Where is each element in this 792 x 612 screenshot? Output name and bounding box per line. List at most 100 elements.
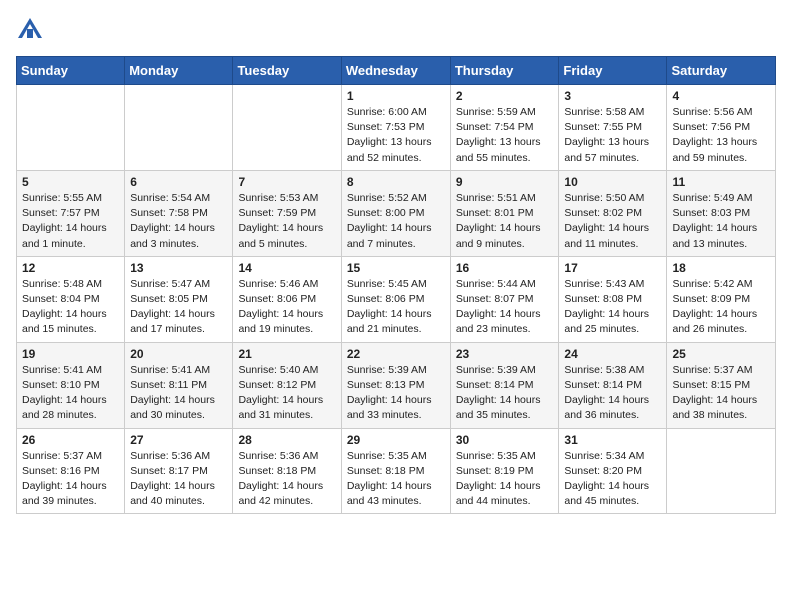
calendar-body: 1 Sunrise: 6:00 AMSunset: 7:53 PMDaylight…: [17, 85, 776, 514]
day-cell: 16 Sunrise: 5:44 AMSunset: 8:07 PMDayligh…: [450, 256, 559, 342]
day-info: Sunrise: 5:53 AMSunset: 7:59 PMDaylight:…: [238, 191, 335, 252]
day-cell: 1 Sunrise: 6:00 AMSunset: 7:53 PMDaylight…: [341, 85, 450, 171]
day-info: Sunrise: 5:37 AMSunset: 8:16 PMDaylight:…: [22, 449, 119, 510]
day-cell: 5Sunrise: 5:55 AMSunset: 7:57 PMDaylight…: [17, 170, 125, 256]
day-info: Sunrise: 5:51 AMSunset: 8:01 PMDaylight:…: [456, 191, 554, 252]
day-number: 6: [130, 175, 227, 189]
week-row-2: 5Sunrise: 5:55 AMSunset: 7:57 PMDaylight…: [17, 170, 776, 256]
day-info: Sunrise: 5:36 AMSunset: 8:17 PMDaylight:…: [130, 449, 227, 510]
day-number: 21: [238, 347, 335, 361]
day-number: 11: [672, 175, 770, 189]
day-info: Sunrise: 5:44 AMSunset: 8:07 PMDaylight:…: [456, 277, 554, 338]
day-cell: 30 Sunrise: 5:35 AMSunset: 8:19 PMDayligh…: [450, 428, 559, 514]
weekday-monday: Monday: [125, 57, 233, 85]
calendar: SundayMondayTuesdayWednesdayThursdayFrid…: [16, 56, 776, 514]
day-info: Sunrise: 5:46 AMSunset: 8:06 PMDaylight:…: [238, 277, 335, 338]
day-cell: 2 Sunrise: 5:59 AMSunset: 7:54 PMDaylight…: [450, 85, 559, 171]
day-info: Sunrise: 5:52 AMSunset: 8:00 PMDaylight:…: [347, 191, 445, 252]
day-cell: 28Sunrise: 5:36 AMSunset: 8:18 PMDayligh…: [233, 428, 341, 514]
day-number: 30: [456, 433, 554, 447]
day-info: Sunrise: 5:43 AMSunset: 8:08 PMDaylight:…: [564, 277, 661, 338]
day-info: Sunrise: 5:47 AMSunset: 8:05 PMDaylight:…: [130, 277, 227, 338]
day-number: 31: [564, 433, 661, 447]
header: [16, 16, 776, 44]
day-info: Sunrise: 5:39 AMSunset: 8:14 PMDaylight:…: [456, 363, 554, 424]
day-number: 3: [564, 89, 661, 103]
day-cell: 11 Sunrise: 5:49 AMSunset: 8:03 PMDayligh…: [667, 170, 776, 256]
day-number: 25: [672, 347, 770, 361]
day-number: 2: [456, 89, 554, 103]
day-info: Sunrise: 5:48 AMSunset: 8:04 PMDaylight:…: [22, 277, 119, 338]
logo-icon: [16, 16, 44, 44]
day-cell: 7 Sunrise: 5:53 AMSunset: 7:59 PMDaylight…: [233, 170, 341, 256]
day-number: 29: [347, 433, 445, 447]
day-info: Sunrise: 5:56 AMSunset: 7:56 PMDaylight:…: [672, 105, 770, 166]
day-number: 24: [564, 347, 661, 361]
day-cell: [125, 85, 233, 171]
weekday-sunday: Sunday: [17, 57, 125, 85]
day-info: Sunrise: 5:35 AMSunset: 8:19 PMDaylight:…: [456, 449, 554, 510]
day-number: 5: [22, 175, 119, 189]
day-info: Sunrise: 5:45 AMSunset: 8:06 PMDaylight:…: [347, 277, 445, 338]
weekday-thursday: Thursday: [450, 57, 559, 85]
day-cell: 14 Sunrise: 5:46 AMSunset: 8:06 PMDayligh…: [233, 256, 341, 342]
day-info: Sunrise: 5:58 AMSunset: 7:55 PMDaylight:…: [564, 105, 661, 166]
day-number: 7: [238, 175, 335, 189]
weekday-wednesday: Wednesday: [341, 57, 450, 85]
day-info: Sunrise: 5:34 AMSunset: 8:20 PMDaylight:…: [564, 449, 661, 510]
day-number: 9: [456, 175, 554, 189]
day-cell: 3 Sunrise: 5:58 AMSunset: 7:55 PMDaylight…: [559, 85, 667, 171]
day-cell: 22 Sunrise: 5:39 AMSunset: 8:13 PMDayligh…: [341, 342, 450, 428]
day-info: Sunrise: 6:00 AMSunset: 7:53 PMDaylight:…: [347, 105, 445, 166]
week-row-5: 26 Sunrise: 5:37 AMSunset: 8:16 PMDayligh…: [17, 428, 776, 514]
day-number: 27: [130, 433, 227, 447]
day-cell: 21Sunrise: 5:40 AMSunset: 8:12 PMDayligh…: [233, 342, 341, 428]
week-row-3: 12 Sunrise: 5:48 AMSunset: 8:04 PMDayligh…: [17, 256, 776, 342]
week-row-4: 19Sunrise: 5:41 AMSunset: 8:10 PMDayligh…: [17, 342, 776, 428]
weekday-friday: Friday: [559, 57, 667, 85]
day-cell: 23Sunrise: 5:39 AMSunset: 8:14 PMDayligh…: [450, 342, 559, 428]
day-info: Sunrise: 5:39 AMSunset: 8:13 PMDaylight:…: [347, 363, 445, 424]
day-number: 13: [130, 261, 227, 275]
day-number: 12: [22, 261, 119, 275]
day-info: Sunrise: 5:49 AMSunset: 8:03 PMDaylight:…: [672, 191, 770, 252]
day-cell: 31 Sunrise: 5:34 AMSunset: 8:20 PMDayligh…: [559, 428, 667, 514]
day-cell: 6 Sunrise: 5:54 AMSunset: 7:58 PMDaylight…: [125, 170, 233, 256]
day-cell: 27 Sunrise: 5:36 AMSunset: 8:17 PMDayligh…: [125, 428, 233, 514]
day-cell: 15 Sunrise: 5:45 AMSunset: 8:06 PMDayligh…: [341, 256, 450, 342]
day-cell: 8 Sunrise: 5:52 AMSunset: 8:00 PMDaylight…: [341, 170, 450, 256]
day-cell: 17 Sunrise: 5:43 AMSunset: 8:08 PMDayligh…: [559, 256, 667, 342]
day-number: 1: [347, 89, 445, 103]
day-number: 10: [564, 175, 661, 189]
day-number: 26: [22, 433, 119, 447]
day-number: 14: [238, 261, 335, 275]
day-number: 22: [347, 347, 445, 361]
day-number: 15: [347, 261, 445, 275]
day-info: Sunrise: 5:42 AMSunset: 8:09 PMDaylight:…: [672, 277, 770, 338]
weekday-saturday: Saturday: [667, 57, 776, 85]
day-number: 28: [238, 433, 335, 447]
day-number: 8: [347, 175, 445, 189]
day-info: Sunrise: 5:35 AMSunset: 8:18 PMDaylight:…: [347, 449, 445, 510]
day-number: 4: [672, 89, 770, 103]
day-info: Sunrise: 5:50 AMSunset: 8:02 PMDaylight:…: [564, 191, 661, 252]
day-info: Sunrise: 5:59 AMSunset: 7:54 PMDaylight:…: [456, 105, 554, 166]
day-number: 16: [456, 261, 554, 275]
day-cell: 13 Sunrise: 5:47 AMSunset: 8:05 PMDayligh…: [125, 256, 233, 342]
day-number: 17: [564, 261, 661, 275]
day-number: 19: [22, 347, 119, 361]
logo: [16, 16, 46, 44]
day-cell: 12 Sunrise: 5:48 AMSunset: 8:04 PMDayligh…: [17, 256, 125, 342]
week-row-1: 1 Sunrise: 6:00 AMSunset: 7:53 PMDaylight…: [17, 85, 776, 171]
day-info: Sunrise: 5:37 AMSunset: 8:15 PMDaylight:…: [672, 363, 770, 424]
day-cell: [667, 428, 776, 514]
day-cell: 4 Sunrise: 5:56 AMSunset: 7:56 PMDaylight…: [667, 85, 776, 171]
weekday-tuesday: Tuesday: [233, 57, 341, 85]
day-number: 20: [130, 347, 227, 361]
day-info: Sunrise: 5:54 AMSunset: 7:58 PMDaylight:…: [130, 191, 227, 252]
day-cell: 19Sunrise: 5:41 AMSunset: 8:10 PMDayligh…: [17, 342, 125, 428]
day-cell: 29 Sunrise: 5:35 AMSunset: 8:18 PMDayligh…: [341, 428, 450, 514]
day-cell: 10 Sunrise: 5:50 AMSunset: 8:02 PMDayligh…: [559, 170, 667, 256]
day-cell: 26 Sunrise: 5:37 AMSunset: 8:16 PMDayligh…: [17, 428, 125, 514]
day-cell: 18Sunrise: 5:42 AMSunset: 8:09 PMDayligh…: [667, 256, 776, 342]
